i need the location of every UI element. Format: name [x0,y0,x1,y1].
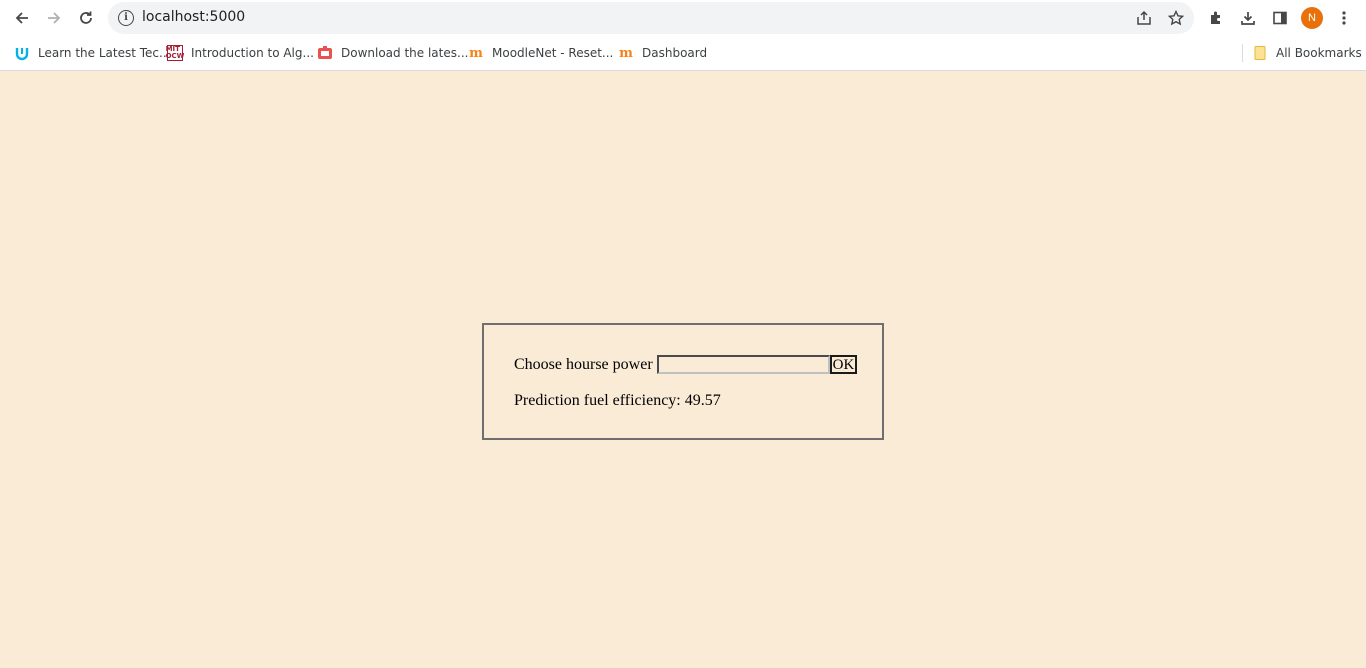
bookmark-label: Dashboard [642,46,708,60]
horsepower-row: Choose hourse power OK [514,355,858,374]
all-bookmarks-label: All Bookmarks [1276,46,1362,60]
all-bookmarks-button[interactable]: All Bookmarks [1252,44,1362,62]
downloads-icon[interactable] [1236,6,1260,30]
extensions-icon[interactable] [1204,6,1228,30]
bookmark-label: Learn the Latest Tec... [38,46,171,60]
side-panel-icon[interactable] [1268,6,1292,30]
bookmark-star-icon[interactable] [1166,8,1186,28]
address-bar[interactable]: i localhost:5000 [108,2,1194,34]
folder-icon [1252,45,1268,61]
address-url[interactable]: localhost:5000 [142,9,245,25]
horsepower-input[interactable] [656,355,830,374]
page-content: Choose hourse power OK Prediction fuel e… [0,71,1366,668]
arrow-left-icon [15,12,28,24]
download-site-icon [317,45,333,61]
forward-button[interactable] [40,4,68,32]
bookmark-label: MoodleNet - Reset... [492,46,614,60]
mit-ocw-icon: MIT OCW [165,45,185,61]
more-menu-icon[interactable] [1332,6,1356,30]
share-icon[interactable] [1134,8,1154,28]
bookmark-label: Introduction to Alg... [191,46,314,60]
bookmarks-bar: Learn the Latest Tec... MIT OCW Introduct… [0,36,1366,71]
prediction-result: Prediction fuel efficiency: 49.57 [514,392,721,409]
back-button[interactable] [8,4,36,32]
moodle-icon: m [469,45,483,61]
moodle-icon: m [619,45,633,61]
prediction-form: Choose hourse power OK Prediction fuel e… [482,323,884,440]
site-info-icon[interactable]: i [118,10,134,26]
ok-button[interactable]: OK [829,355,858,374]
bookmarks-divider [1242,44,1243,62]
bookmark-item[interactable]: m Dashboard [618,44,707,62]
udacity-icon [14,45,30,61]
bookmark-item[interactable]: MIT OCW Introduction to Alg... [165,44,314,62]
reload-icon [80,11,92,24]
bookmark-item[interactable]: Download the lates... [317,44,468,62]
bookmark-item[interactable]: m MoodleNet - Reset... [468,44,613,62]
profile-avatar[interactable]: N [1301,7,1323,29]
bookmark-label: Download the lates... [341,46,469,60]
arrow-right-icon [48,12,61,24]
browser-toolbar: i localhost:5000 N [0,0,1366,36]
horsepower-label: Choose hourse power [514,355,653,373]
reload-button[interactable] [72,4,100,32]
bookmark-item[interactable]: Learn the Latest Tec... [14,44,170,62]
